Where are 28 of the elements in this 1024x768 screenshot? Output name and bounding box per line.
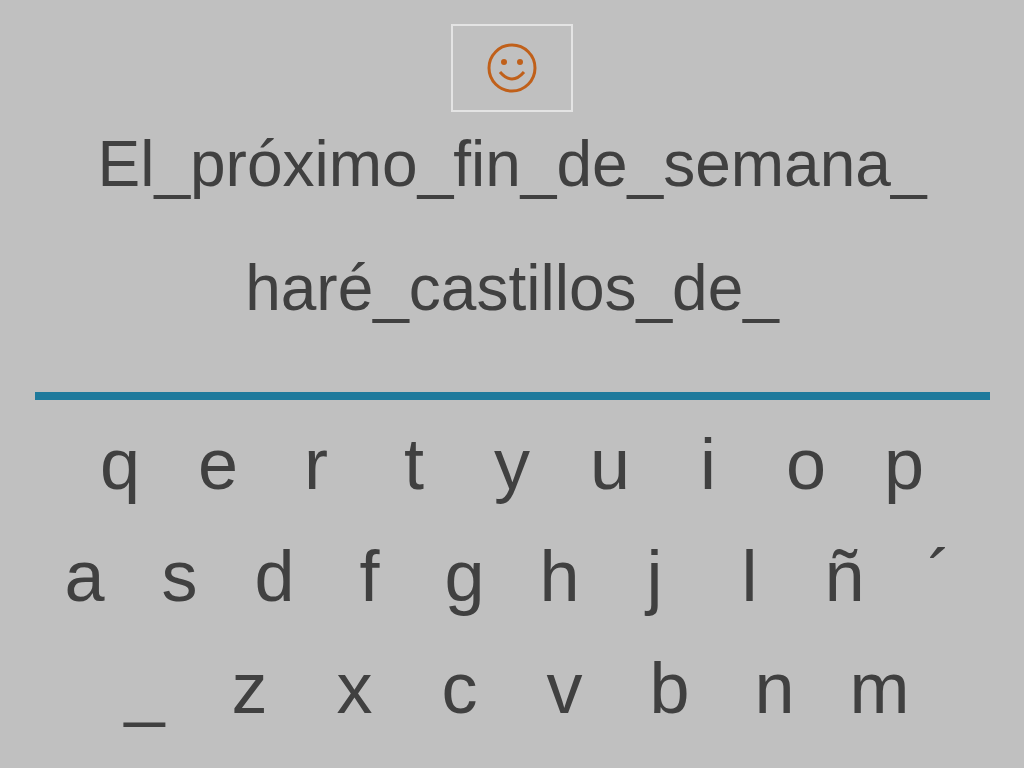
- letter-key[interactable]: q: [71, 416, 169, 512]
- letter-key[interactable]: m: [827, 640, 932, 736]
- letter-key[interactable]: x: [302, 640, 407, 736]
- letter-key[interactable]: j: [607, 528, 702, 624]
- letter-key[interactable]: e: [169, 416, 267, 512]
- letter-key[interactable]: n: [722, 640, 827, 736]
- letter-key[interactable]: t: [365, 416, 463, 512]
- letter-key[interactable]: z: [197, 640, 302, 736]
- letter-key[interactable]: y: [463, 416, 561, 512]
- letter-key[interactable]: s: [132, 528, 227, 624]
- letter-key[interactable]: f: [322, 528, 417, 624]
- letter-key[interactable]: p: [855, 416, 953, 512]
- letter-key[interactable]: g: [417, 528, 512, 624]
- letter-key[interactable]: l: [702, 528, 797, 624]
- letter-key[interactable]: d: [227, 528, 322, 624]
- letter-key[interactable]: r: [267, 416, 365, 512]
- letter-key[interactable]: a: [37, 528, 132, 624]
- smiley-icon: [486, 42, 538, 94]
- letter-key[interactable]: _: [92, 640, 197, 736]
- letter-key[interactable]: o: [757, 416, 855, 512]
- letter-key[interactable]: u: [561, 416, 659, 512]
- letter-key[interactable]: b: [617, 640, 722, 736]
- letter-key[interactable]: h: [512, 528, 607, 624]
- letter-key[interactable]: c: [407, 640, 512, 736]
- letter-key[interactable]: v: [512, 640, 617, 736]
- letter-key[interactable]: i: [659, 416, 757, 512]
- letter-key[interactable]: ´: [892, 528, 987, 624]
- letter-key[interactable]: ñ: [797, 528, 892, 624]
